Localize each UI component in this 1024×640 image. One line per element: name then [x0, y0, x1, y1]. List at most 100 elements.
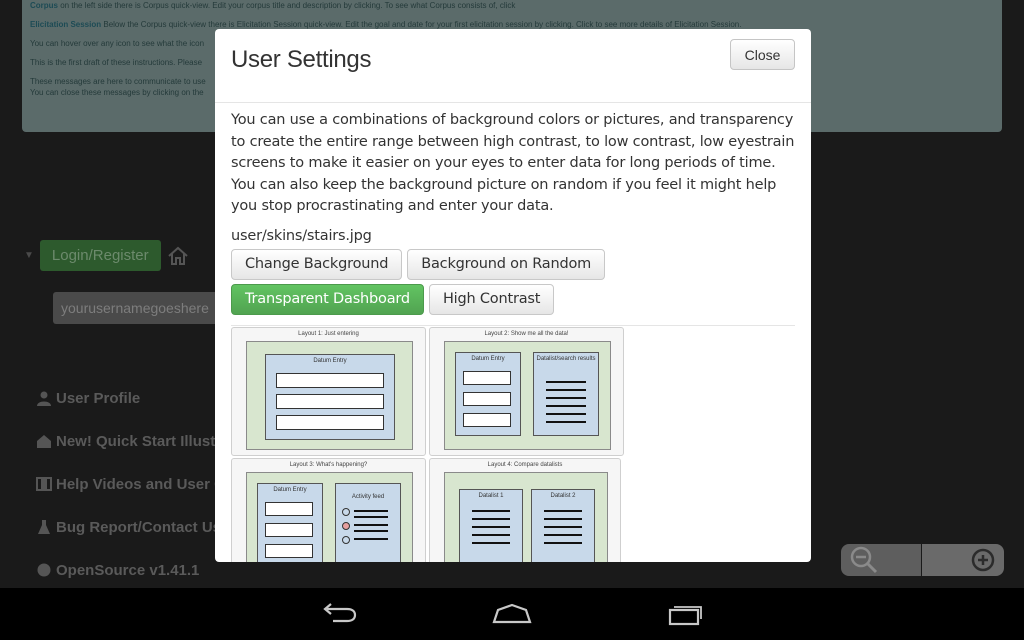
field-mock: [276, 372, 384, 388]
menu-item-bug-report[interactable]: Bug Report/Contact Us: [36, 519, 229, 562]
smiley-icon: [342, 535, 350, 544]
menu-item-label: OpenSource v1.41.1: [56, 562, 200, 579]
zoom-out-icon: [850, 546, 878, 574]
field-mock: [463, 391, 511, 406]
box-label: Datum Entry: [273, 486, 307, 493]
line-mock: [472, 533, 510, 536]
recent-apps-icon: [668, 606, 702, 626]
line-mock: [546, 388, 586, 391]
zoom-in-button[interactable]: [922, 544, 1004, 576]
line-mock: [354, 515, 388, 518]
layout-4-option[interactable]: Layout 4: Compare datalists Datalist 1 D…: [429, 457, 621, 562]
line-mock: [472, 509, 510, 512]
close-button[interactable]: Close: [730, 39, 795, 70]
line-mock: [546, 404, 586, 407]
datum-entry-box: Datum Entry: [257, 482, 323, 562]
settings-description: You can use a combinations of background…: [231, 112, 795, 214]
menu-item-label: Help Videos and User G: [56, 476, 226, 493]
home-icon: [37, 435, 51, 448]
activity-feed-box: Activity feed: [335, 482, 401, 562]
menu-item-label: User Profile: [56, 390, 141, 407]
recent-apps-button[interactable]: [655, 596, 715, 632]
modal-title: User Settings: [231, 46, 372, 73]
modal-body: You can use a combinations of background…: [215, 103, 811, 562]
side-menu: User Profile New! Quick Start Illustra H…: [36, 390, 229, 605]
system-nav-bar: [0, 588, 1024, 640]
line-mock: [546, 396, 586, 399]
frown-icon: [342, 521, 350, 530]
box-label: Datum Entry: [313, 357, 347, 364]
box-label: Datalist 1: [478, 492, 504, 499]
change-background-button[interactable]: Change Background: [231, 248, 403, 280]
layout-caption: Layout 3: What's happening?: [289, 461, 368, 468]
field-mock: [265, 501, 313, 516]
layout-options: Layout 1: Just entering Datum Entry Layo…: [231, 326, 631, 562]
line-mock: [544, 533, 582, 536]
field-mock: [276, 393, 384, 409]
back-button[interactable]: [309, 596, 369, 632]
smiley-icon: [342, 507, 350, 516]
field-mock: [463, 370, 511, 385]
datum-entry-box: Datum Entry: [455, 351, 521, 436]
notice-line: Corpus on the left side there is Corpus …: [30, 1, 516, 10]
layout-caption: Layout 4: Compare datalists: [487, 461, 563, 468]
skin-path: user/skins/stairs.jpg: [231, 227, 372, 244]
line-mock: [354, 537, 388, 540]
layout-caption: Layout 2: Show me all the data!: [484, 330, 569, 337]
box-label: Datalist/search results: [536, 355, 596, 362]
field-mock: [265, 522, 313, 537]
line-mock: [546, 412, 586, 415]
home-button[interactable]: [482, 596, 542, 632]
zoom-control: [841, 544, 1004, 576]
line-mock: [544, 541, 582, 544]
transparent-dashboard-button[interactable]: Transparent Dashboard: [231, 283, 424, 315]
field-mock: [463, 412, 511, 427]
box-label: Datalist 2: [550, 492, 576, 499]
layout-frame: Datum Entry Activity feed: [246, 471, 413, 562]
beaker-icon: [38, 520, 50, 534]
datum-entry-box: Datum Entry: [265, 353, 395, 440]
user-icon: [37, 391, 51, 406]
line-mock: [354, 509, 388, 512]
box-label: Datum Entry: [471, 355, 505, 362]
layout-frame: Datum Entry Datalist/search results: [444, 340, 611, 450]
high-contrast-button[interactable]: High Contrast: [428, 283, 555, 315]
datalist-1-box: Datalist 1: [459, 488, 523, 562]
layout-frame: Datalist 1 Datalist 2: [444, 471, 608, 562]
username-field[interactable]: [53, 292, 223, 324]
modal-header: User Settings Close: [215, 29, 811, 103]
layout-caption: Layout 1: Just entering: [298, 330, 359, 337]
field-mock: [276, 414, 384, 430]
line-mock: [546, 420, 586, 423]
field-mock: [265, 543, 313, 558]
layout-2-option[interactable]: Layout 2: Show me all the data! Datum En…: [429, 326, 624, 456]
line-mock: [354, 523, 388, 526]
settings-button-row: Change Background Background on Random T…: [231, 248, 791, 315]
box-label: Activity feed: [351, 493, 385, 500]
line-mock: [544, 509, 582, 512]
film-icon: [36, 477, 52, 491]
line-mock: [544, 517, 582, 520]
line-mock: [544, 525, 582, 528]
back-icon: [323, 603, 357, 623]
line-mock: [354, 529, 388, 532]
line-mock: [546, 380, 586, 383]
user-settings-modal: User Settings Close You can use a combin…: [215, 29, 811, 562]
github-icon: [37, 563, 51, 577]
login-register-button[interactable]: Login/Register: [39, 240, 161, 271]
line-mock: [472, 525, 510, 528]
zoom-out-button[interactable]: [841, 544, 921, 576]
menu-item-help-videos[interactable]: Help Videos and User G: [36, 476, 229, 519]
home-nav-icon: [492, 603, 532, 624]
menu-item-label: Bug Report/Contact Us: [56, 519, 221, 536]
home-icon[interactable]: [167, 246, 189, 266]
layout-1-option[interactable]: Layout 1: Just entering Datum Entry: [231, 326, 426, 456]
menu-item-user-profile[interactable]: User Profile: [36, 390, 229, 433]
collapse-caret-icon[interactable]: ▼: [24, 250, 34, 261]
background-random-button[interactable]: Background on Random: [407, 248, 606, 280]
line-mock: [472, 541, 510, 544]
menu-item-quick-start[interactable]: New! Quick Start Illustra: [36, 433, 229, 476]
layout-frame: Datum Entry: [246, 340, 413, 450]
layout-3-option[interactable]: Layout 3: What's happening? Datum Entry …: [231, 457, 426, 562]
zoom-in-icon: [971, 548, 995, 572]
